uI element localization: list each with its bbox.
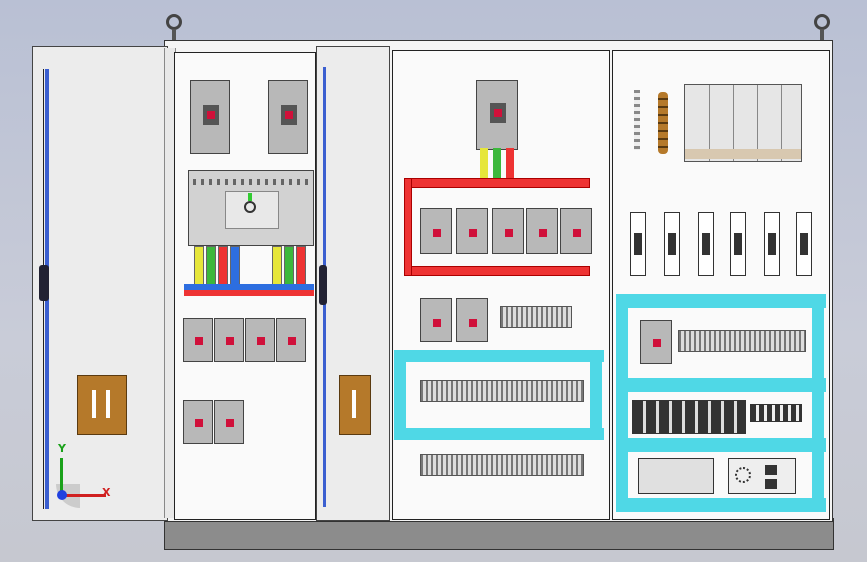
feeder-breaker[interactable] (420, 298, 452, 342)
busbar-red (296, 246, 306, 288)
busbar-blue (230, 246, 240, 288)
feeder-breaker[interactable] (492, 208, 524, 254)
incoming-breaker[interactable] (476, 80, 518, 150)
cable-trunking (812, 308, 824, 498)
main-breaker-2[interactable] (268, 80, 308, 154)
cable-trunking (616, 438, 826, 452)
feeder-breaker[interactable] (526, 208, 558, 254)
open-door-middle[interactable] (316, 46, 390, 521)
terminal-block (420, 454, 584, 476)
feeder-breaker[interactable] (560, 208, 592, 254)
door-handle-icon[interactable] (339, 375, 371, 435)
branch-breaker[interactable] (183, 400, 213, 444)
cable-trunking (616, 308, 628, 498)
feeder-breaker[interactable] (456, 208, 488, 254)
door-latch (39, 265, 49, 301)
branch-breaker[interactable] (276, 318, 306, 362)
feeder-breaker[interactable] (456, 298, 488, 342)
timer-module (750, 404, 802, 422)
fuse-holder[interactable] (730, 212, 746, 276)
cabinet-plinth (164, 518, 834, 550)
earth-bar (634, 90, 640, 150)
terminal-block (678, 330, 806, 352)
red-busbar-frame (404, 266, 590, 276)
branch-breaker[interactable] (214, 318, 244, 362)
lifting-eye-icon (166, 14, 182, 30)
transfer-switch[interactable] (188, 170, 314, 246)
busbar-red (218, 246, 228, 288)
busbar-green (284, 246, 294, 288)
terminal-block (420, 380, 584, 402)
red-busbar-frame (404, 178, 590, 188)
cable-trunking (616, 294, 826, 308)
terminal-block (500, 306, 572, 328)
control-breaker[interactable] (640, 320, 672, 364)
plc-module (638, 458, 714, 494)
busbar-yellow (272, 246, 282, 288)
fuse-holder[interactable] (664, 212, 680, 276)
selector-knob[interactable] (244, 201, 256, 213)
lifting-eye-icon (814, 14, 830, 30)
door-latch (319, 265, 327, 305)
branch-breaker[interactable] (214, 400, 244, 444)
neutral-bar (658, 92, 668, 154)
busbar-green (206, 246, 216, 288)
relay-row (632, 400, 746, 434)
busbar-green (493, 148, 501, 180)
branch-breaker[interactable] (183, 318, 213, 362)
fan-unit (684, 84, 802, 162)
x-axis-label: X (102, 486, 111, 499)
cable-trunking (394, 428, 604, 440)
cable-trunking (590, 362, 602, 428)
cable-trunking (616, 498, 826, 512)
feeder-breaker[interactable] (420, 208, 452, 254)
busbar-red (506, 148, 514, 180)
cable-trunking (394, 350, 604, 362)
cable-trunking (616, 378, 826, 392)
y-axis-label: Y (58, 442, 66, 455)
fuse-holder[interactable] (764, 212, 780, 276)
red-busbar-frame (404, 178, 412, 276)
fuse-holder[interactable] (796, 212, 812, 276)
fuse-holder[interactable] (698, 212, 714, 276)
busbar-yellow (480, 148, 488, 180)
cable-trunking (394, 362, 406, 428)
fuse-holder[interactable] (630, 212, 646, 276)
branch-breaker[interactable] (245, 318, 275, 362)
power-supply (728, 458, 796, 494)
door-handle-icon[interactable] (77, 375, 127, 435)
busbar-yellow (194, 246, 204, 288)
xyz-triad-icon: Y X (46, 440, 116, 510)
main-breaker-1[interactable] (190, 80, 230, 154)
busbar-horizontal (184, 290, 314, 296)
